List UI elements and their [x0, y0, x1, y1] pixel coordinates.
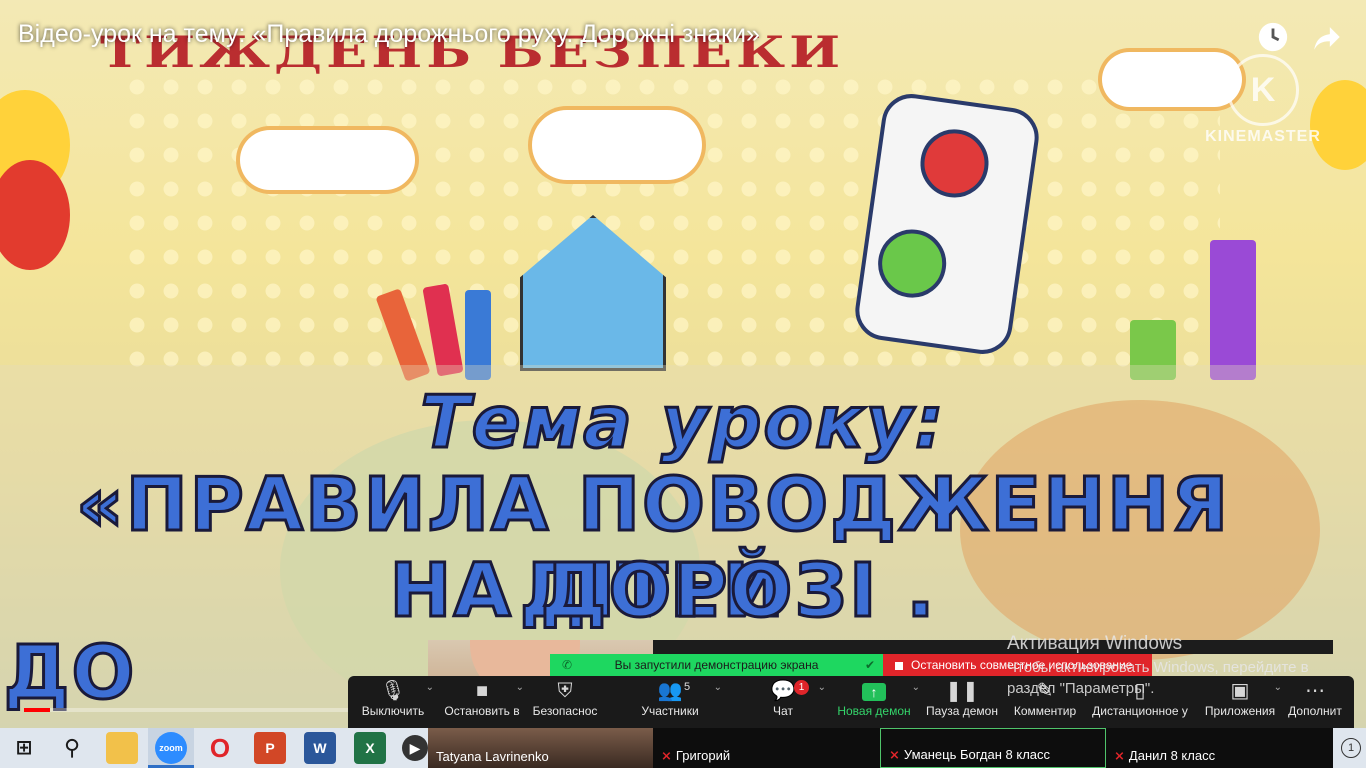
- participant-tile-active[interactable]: ⨯ Уманець Богдан 8 класс: [880, 728, 1106, 768]
- security-button[interactable]: ⛨ Безопаснос: [530, 676, 600, 728]
- activation-subtitle: Чтобы активировать Windows, перейдите в …: [1007, 659, 1309, 697]
- remote-control-label: Дистанционное у: [1092, 704, 1188, 718]
- video-player[interactable]: ТИЖДЕНЬ БЕЗПЕКИ Тема уроку: «ПРАВИЛА ПОВ…: [0, 0, 1366, 728]
- lesson-title: Тема уроку:: [419, 379, 946, 466]
- clock-icon[interactable]: [1256, 20, 1290, 54]
- muted-mic-icon: ⨯: [1114, 748, 1125, 763]
- chevron-down-icon[interactable]: ⌄: [912, 682, 920, 693]
- participant-name: Данил 8 класс: [1128, 748, 1216, 763]
- word-icon[interactable]: W: [304, 732, 336, 764]
- participant-name: Григорий: [675, 748, 731, 763]
- participants-label: Участники: [641, 704, 699, 718]
- activation-title: Активация Windows: [1007, 633, 1183, 654]
- shield-check-icon: ✔: [864, 658, 875, 672]
- participants-button[interactable]: 👥 5 Участники ⌄: [638, 676, 722, 728]
- windows-activation-watermark: Активация Windows Чтобы активировать Win…: [1007, 633, 1327, 699]
- chat-button[interactable]: 💬 1 Чат ⌄: [762, 676, 826, 728]
- notification-badge[interactable]: 1: [1341, 738, 1361, 758]
- kinemaster-logo: K: [1227, 54, 1299, 126]
- excel-icon[interactable]: X: [354, 732, 386, 764]
- participant-tile[interactable]: ⨯ Данил 8 класс: [1106, 728, 1333, 768]
- video-label: Остановить в: [444, 704, 520, 718]
- zoom-app-icon[interactable]: zoom: [155, 732, 187, 764]
- search-icon[interactable]: ⚲: [56, 732, 88, 764]
- cloud: [532, 110, 702, 180]
- participant-name: Уманець Богдан 8 класс: [903, 747, 1051, 762]
- apps-label: Приложения: [1204, 704, 1276, 718]
- phone-icon: ✆: [562, 658, 573, 672]
- stop-icon: [895, 661, 903, 670]
- opera-icon[interactable]: O: [204, 732, 236, 764]
- video-progress-fill: [24, 708, 51, 712]
- cloud: [240, 130, 415, 190]
- pencil: [1210, 240, 1256, 380]
- stop-video-button[interactable]: ■ Остановить в ⌄: [442, 676, 524, 728]
- chat-label: Чат: [773, 704, 793, 718]
- microphone-icon: 🎙: [380, 680, 406, 702]
- security-label: Безопаснос: [532, 704, 598, 718]
- system-tray[interactable]: 1: [1333, 728, 1366, 768]
- red-light: [916, 125, 993, 202]
- more-label: Дополнит: [1288, 704, 1342, 718]
- windows-start-icon[interactable]: ⊞: [8, 732, 40, 764]
- muted-mic-icon: ⨯: [889, 747, 900, 762]
- lesson-line-2: НА ДОРОЗІ .: [388, 547, 937, 636]
- share-status-bar: ✆ Вы запустили демонстрацию экрана ✔: [550, 654, 883, 676]
- participant-tile[interactable]: Tatyana Lavrinenko: [428, 728, 653, 768]
- participant-name: Tatyana Lavrinenko: [436, 749, 549, 764]
- mute-label: Выключить: [361, 704, 425, 718]
- pause-share-button[interactable]: ❚❚ Пауза демон: [924, 676, 1000, 728]
- chevron-down-icon[interactable]: ⌄: [818, 682, 826, 693]
- kinemaster-text: KINEMASTER: [1205, 128, 1321, 145]
- participants-icon: 👥: [657, 680, 683, 702]
- share-status-text: Вы запустили демонстрацию экрана: [614, 658, 819, 672]
- muted-mic-icon: ⨯: [661, 748, 672, 763]
- file-explorer-icon[interactable]: [106, 732, 138, 764]
- pause-icon: ❚❚: [945, 680, 979, 702]
- annotate-label: Комментир: [1013, 704, 1077, 718]
- mute-button[interactable]: 🎙 Выключить ⌄: [360, 676, 434, 728]
- media-player-icon[interactable]: ▶: [402, 735, 428, 761]
- green-light: [873, 225, 951, 302]
- camera-icon: ■: [475, 680, 489, 702]
- new-share-button[interactable]: ↑ Новая демон ⌄: [836, 676, 920, 728]
- pause-share-label: Пауза демон: [926, 704, 998, 718]
- chevron-down-icon[interactable]: ⌄: [516, 682, 524, 693]
- video-title[interactable]: Відео-урок на тему: «Правила дорожнього …: [18, 20, 760, 49]
- shield-icon: ⛨: [557, 680, 573, 702]
- kinemaster-watermark: K KINEMASTER: [1198, 54, 1328, 146]
- new-share-label: Новая демон: [837, 704, 911, 718]
- participants-count: 5: [684, 681, 691, 693]
- chevron-down-icon[interactable]: ⌄: [426, 682, 434, 693]
- chat-badge: 1: [794, 680, 809, 695]
- participant-tile[interactable]: ⨯ Григорий: [653, 728, 880, 768]
- powerpoint-icon[interactable]: P: [254, 732, 286, 764]
- chevron-down-icon[interactable]: ⌄: [714, 682, 722, 693]
- share-screen-icon: ↑: [862, 683, 886, 701]
- share-icon[interactable]: [1310, 20, 1344, 54]
